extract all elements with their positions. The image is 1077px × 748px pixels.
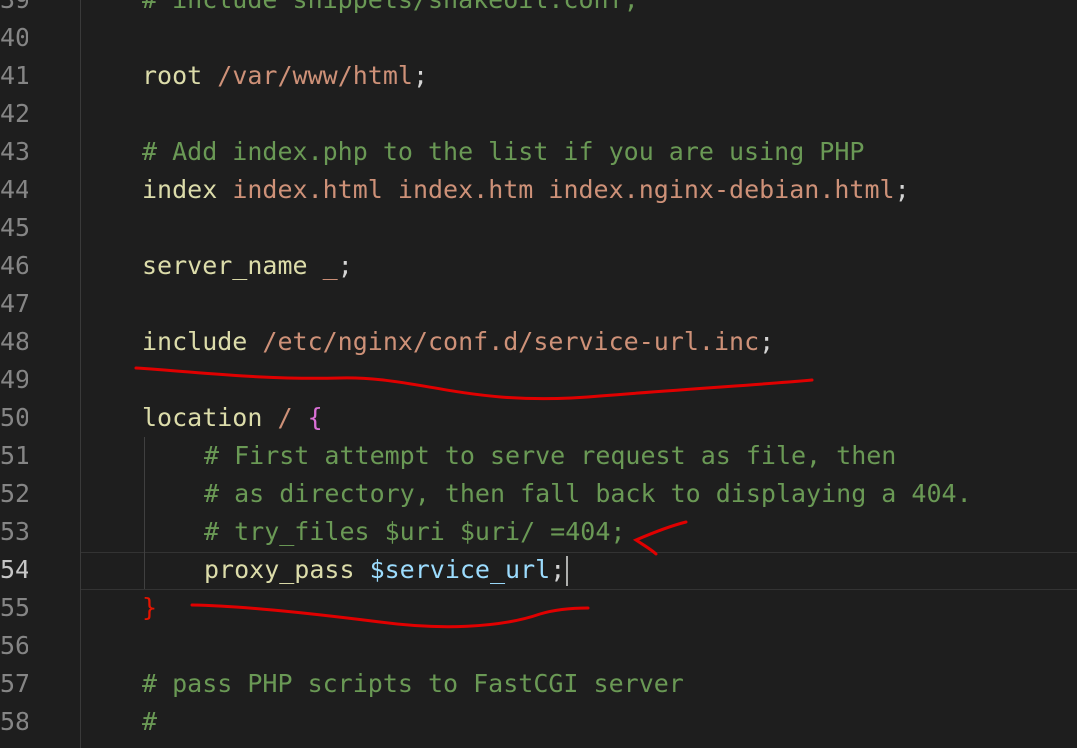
code-text[interactable]: proxy_pass $service_url;	[204, 551, 569, 589]
code-line[interactable]: 50 location / {	[0, 399, 1077, 437]
line-number: 45	[0, 213, 28, 242]
code-text[interactable]: # try_files $uri $uri/ =404;	[204, 513, 625, 551]
line-number: 48	[0, 327, 28, 356]
code-token: $service_url	[369, 555, 551, 584]
code-token: /etc/nginx/conf.d/service-url.inc	[262, 327, 760, 356]
code-line[interactable]: 51 # First attempt to serve request as fi…	[0, 437, 1077, 475]
line-number: 42	[0, 99, 28, 128]
code-line[interactable]: 53 # try_files $uri $uri/ =404;	[0, 513, 1077, 551]
code-line[interactable]: 57 # pass PHP scripts to FastCGI server	[0, 665, 1077, 703]
code-token: include	[142, 327, 248, 356]
code-line[interactable]: 55}	[0, 589, 1077, 627]
line-number: 40	[0, 23, 28, 52]
code-token: proxy_pass	[204, 555, 355, 584]
code-text[interactable]: root /var/www/html;	[142, 57, 428, 95]
line-number: 39	[0, 0, 28, 19]
code-token: ;	[894, 175, 910, 204]
code-token: ;	[550, 555, 566, 584]
code-token: /var/www/html	[217, 61, 413, 90]
code-text[interactable]: # pass PHP scripts to FastCGI server	[142, 665, 684, 703]
code-line[interactable]: 58 #	[0, 703, 1077, 741]
line-number: 57	[0, 669, 28, 698]
code-token: # Add index.php to the list if you are u…	[142, 137, 865, 166]
line-number: 51	[0, 441, 28, 470]
code-line[interactable]: 42	[0, 95, 1077, 133]
code-token: /	[277, 403, 293, 432]
code-token: location	[142, 403, 263, 432]
code-token: # try_files $uri $uri/ =404;	[204, 517, 626, 546]
line-number: 55	[0, 593, 28, 622]
code-token: #	[142, 707, 158, 736]
line-number: 44	[0, 175, 28, 204]
code-token: # include snippets/snakeoil.conf;	[142, 0, 639, 14]
code-token: ;	[412, 61, 429, 90]
code-line[interactable]: 43 # Add index.php to the list if you are…	[0, 133, 1077, 171]
line-number: 43	[0, 137, 28, 166]
code-token: root	[142, 61, 203, 90]
code-text[interactable]: # First attempt to serve request as file…	[204, 437, 896, 475]
code-token: ;	[337, 251, 353, 280]
code-token: # pass PHP scripts to FastCGI server	[142, 669, 684, 698]
code-line[interactable]: 47	[0, 285, 1077, 323]
code-line[interactable]: 41 root /var/www/html;	[0, 57, 1077, 95]
code-token: server_name	[142, 251, 308, 280]
code-line[interactable]: 40	[0, 19, 1077, 57]
code-line[interactable]: 46 server_name _;	[0, 247, 1077, 285]
code-line[interactable]: 49	[0, 361, 1077, 399]
text-cursor	[566, 556, 569, 586]
code-token: # as directory, then fall back to displa…	[204, 479, 972, 508]
code-text[interactable]: }	[142, 589, 157, 627]
code-text[interactable]: index index.html index.htm index.nginx-d…	[142, 171, 910, 209]
code-token: }	[142, 593, 158, 622]
code-text[interactable]: # as directory, then fall back to displa…	[204, 475, 972, 513]
code-line[interactable]: 56	[0, 627, 1077, 665]
line-number: 56	[0, 631, 28, 660]
code-token: {	[307, 403, 323, 432]
line-number: 46	[0, 251, 28, 280]
line-number: 53	[0, 517, 28, 546]
line-number: 41	[0, 61, 28, 90]
line-number: 54	[0, 555, 28, 584]
code-text[interactable]: #	[142, 703, 157, 741]
code-token: ;	[759, 327, 775, 356]
code-editor[interactable]: 39 # include snippets/snakeoil.conf; 40 41 r…	[0, 0, 1077, 748]
code-text[interactable]: # include snippets/snakeoil.conf;	[142, 0, 639, 19]
line-number: 47	[0, 289, 28, 318]
code-text[interactable]: location / {	[142, 399, 323, 437]
code-line[interactable]: 45	[0, 209, 1077, 247]
line-number: 58	[0, 707, 28, 736]
line-number: 52	[0, 479, 28, 508]
code-text[interactable]: server_name _;	[142, 247, 353, 285]
code-token: index.html index.htm index.nginx-debian.…	[232, 175, 895, 204]
code-text[interactable]: # Add index.php to the list if you are u…	[142, 133, 864, 171]
code-line[interactable]: 39 # include snippets/snakeoil.conf;	[0, 0, 1077, 19]
line-number: 50	[0, 403, 28, 432]
code-token: index	[142, 175, 218, 204]
line-number: 49	[0, 365, 28, 394]
code-line[interactable]: 44 index index.html index.htm index.nginx…	[0, 171, 1077, 209]
code-line[interactable]: 52 # as directory, then fall back to disp…	[0, 475, 1077, 513]
code-token: # First attempt to serve request as file…	[204, 441, 897, 470]
code-line[interactable]: 54 proxy_pass $service_url;	[0, 551, 1077, 589]
code-line[interactable]: 48 include /etc/nginx/conf.d/service-url.…	[0, 323, 1077, 361]
code-token: _	[322, 251, 338, 280]
code-text[interactable]: include /etc/nginx/conf.d/service-url.in…	[142, 323, 774, 361]
